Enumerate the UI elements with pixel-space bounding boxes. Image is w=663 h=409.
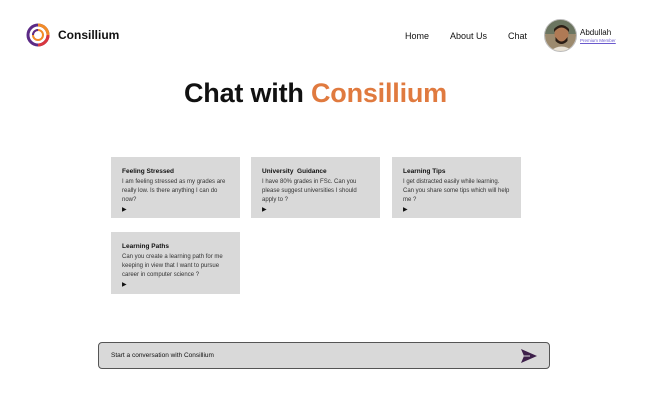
chat-input-bar <box>98 342 550 369</box>
user-avatar-icon[interactable] <box>544 19 577 52</box>
top-nav: Home About Us Chat <box>405 31 527 41</box>
prompt-card-title: Feeling Stressed <box>122 168 175 175</box>
prompt-card-text: I am feeling stressed as my grades are r… <box>122 179 226 203</box>
prompt-card-text: I get distracted easily while learning. … <box>403 179 510 203</box>
user-name: Abdullah <box>580 28 612 37</box>
nav-about-link[interactable]: About Us <box>450 31 487 41</box>
nav-home-link[interactable]: Home <box>405 31 429 41</box>
prompt-card-learning-tips[interactable]: Learning Tips I get distracted easily wh… <box>392 157 521 218</box>
nav-chat-link[interactable]: Chat <box>508 31 527 41</box>
chat-input[interactable] <box>111 352 519 359</box>
prompt-card-title: Learning Paths <box>122 243 169 250</box>
prompt-card-text: Can you create a learning path for me ke… <box>122 254 223 278</box>
prompt-card-text: I have 80% grades in FSc. Can you please… <box>262 179 357 203</box>
user-tier-link[interactable]: Premium Member <box>580 38 616 44</box>
play-icon[interactable]: ▶ <box>122 281 229 288</box>
play-icon[interactable]: ▶ <box>403 206 510 213</box>
title-prefix: Chat with <box>183 78 311 108</box>
brand-name: Consillium <box>58 28 120 42</box>
prompt-card-university-guidance[interactable]: University Guidance I have 80% grades in… <box>251 157 380 218</box>
brand-logo[interactable]: Consillium <box>26 23 119 47</box>
user-info[interactable]: Abdullah Premium Member <box>580 29 616 44</box>
prompt-card-feeling-stressed[interactable]: Feeling Stressed I am feeling stressed a… <box>111 157 240 218</box>
ring-logo-icon <box>26 23 50 47</box>
play-icon[interactable]: ▶ <box>122 206 229 213</box>
page-title: Chat with Consillium <box>0 78 631 109</box>
prompt-card-title: University Guidance <box>262 168 327 175</box>
play-icon[interactable]: ▶ <box>262 206 369 213</box>
prompt-card-title: Learning Tips <box>403 168 446 175</box>
title-accent: Consillium <box>310 78 447 108</box>
prompt-card-learning-paths[interactable]: Learning Paths Can you create a learning… <box>111 232 240 294</box>
send-icon[interactable] <box>519 346 539 366</box>
